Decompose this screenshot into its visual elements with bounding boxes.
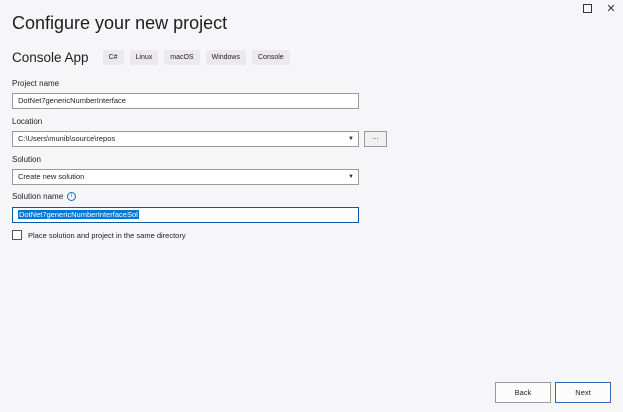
location-value: C:\Users\munib\source\repos xyxy=(18,134,116,143)
page-title: Configure your new project xyxy=(12,13,228,33)
solution-name-label: Solution name i xyxy=(12,192,77,202)
info-icon[interactable]: i xyxy=(67,192,77,202)
same-directory-option[interactable]: Place solution and project in the same d… xyxy=(12,230,186,240)
maximize-icon xyxy=(582,3,592,13)
dropdown-arrow-icon[interactable]: ▼ xyxy=(348,170,354,184)
template-header: Console App C# Linux macOS Windows Conso… xyxy=(12,50,296,65)
tag-project-type: Console xyxy=(252,50,290,65)
same-directory-checkbox[interactable] xyxy=(12,230,22,240)
project-name-input[interactable]: DotNet7genericNumberInterface xyxy=(12,93,359,109)
solution-value: Create new solution xyxy=(18,172,85,181)
same-directory-label: Place solution and project in the same d… xyxy=(28,230,186,240)
solution-label: Solution xyxy=(12,155,41,164)
close-icon: ✕ xyxy=(606,2,616,15)
solution-name-input[interactable]: DotNet7genericNumberInterfaceSol xyxy=(12,207,359,223)
solution-name-value: DotNet7genericNumberInterfaceSol xyxy=(18,210,139,219)
template-name: Console App xyxy=(12,50,89,65)
tag-platform-linux: Linux xyxy=(129,50,159,65)
tag-language: C# xyxy=(102,50,124,65)
close-button[interactable]: ✕ xyxy=(599,0,623,16)
solution-select[interactable]: Create new solution ▼ xyxy=(12,169,359,185)
browse-button[interactable]: ... xyxy=(364,131,387,147)
next-button[interactable]: Next xyxy=(555,382,611,403)
location-combobox[interactable]: C:\Users\munib\source\repos ▼ xyxy=(12,131,359,147)
back-button[interactable]: Back xyxy=(495,382,551,403)
tag-platform-windows: Windows xyxy=(205,50,246,65)
location-label: Location xyxy=(12,117,43,126)
tag-platform-macos: macOS xyxy=(164,50,200,65)
project-name-label: Project name xyxy=(12,79,60,88)
solution-name-label-text: Solution name xyxy=(12,192,64,201)
maximize-button[interactable] xyxy=(575,0,599,16)
dropdown-arrow-icon[interactable]: ▼ xyxy=(348,132,354,146)
